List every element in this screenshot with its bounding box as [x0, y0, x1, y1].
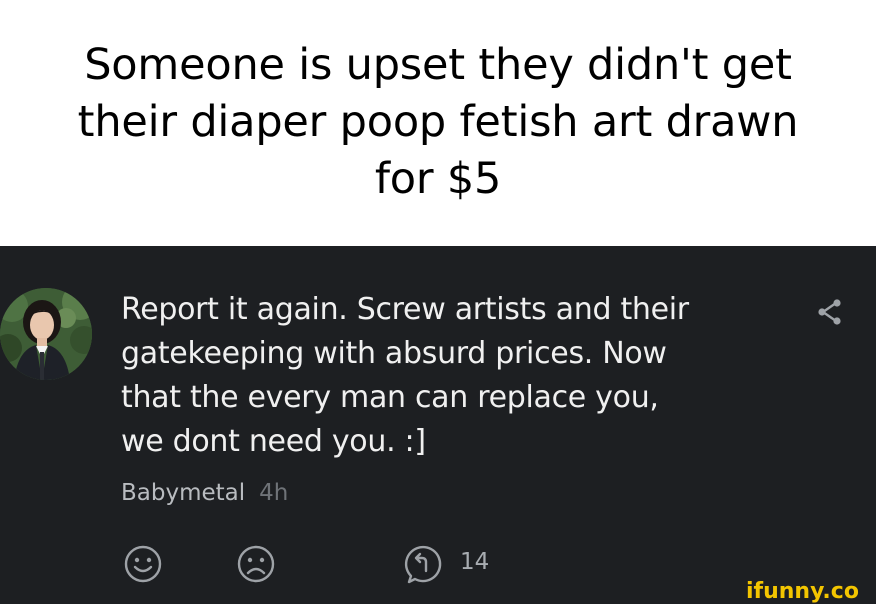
comment-line: that the every man can replace you, — [121, 380, 659, 415]
ifunny-logo: ifunny.co — [746, 579, 859, 604]
comment-body: Report it again. Screw artists and their… — [121, 288, 761, 464]
caption-line-1: Someone is upset they didn't get — [84, 40, 792, 90]
comment-meta: Babymetal 4h — [121, 478, 288, 508]
meme-caption: Someone is upset they didn't get their d… — [0, 0, 876, 246]
reply-icon — [404, 545, 442, 584]
caption-line-3: for $5 — [374, 154, 502, 204]
comment-screenshot: Report it again. Screw artists and their… — [0, 246, 876, 604]
share-icon — [818, 299, 841, 325]
reply-count: 14 — [460, 549, 490, 575]
comment-line: we dont need you. :] — [121, 424, 426, 459]
ifunny-watermark: ifunny.co — [744, 577, 872, 604]
share-button[interactable] — [814, 296, 846, 328]
comment-line: Report it again. Screw artists and their — [121, 292, 689, 327]
comment-line: gatekeeping with absurd prices. Now — [121, 336, 667, 371]
smile-button[interactable] — [122, 543, 164, 585]
user-avatar[interactable] — [0, 288, 92, 380]
comment-time: 4h — [259, 480, 289, 506]
frown-icon — [237, 545, 275, 583]
caption-line-2: their diaper poop fetish art drawn — [77, 97, 799, 147]
author-name[interactable]: Babymetal — [121, 480, 245, 506]
watermark-text: ifunny.co — [746, 579, 859, 603]
frown-button[interactable] — [235, 543, 277, 585]
reply-button[interactable] — [402, 543, 444, 585]
user-photo-avatar — [0, 288, 92, 380]
smile-icon — [124, 545, 162, 583]
